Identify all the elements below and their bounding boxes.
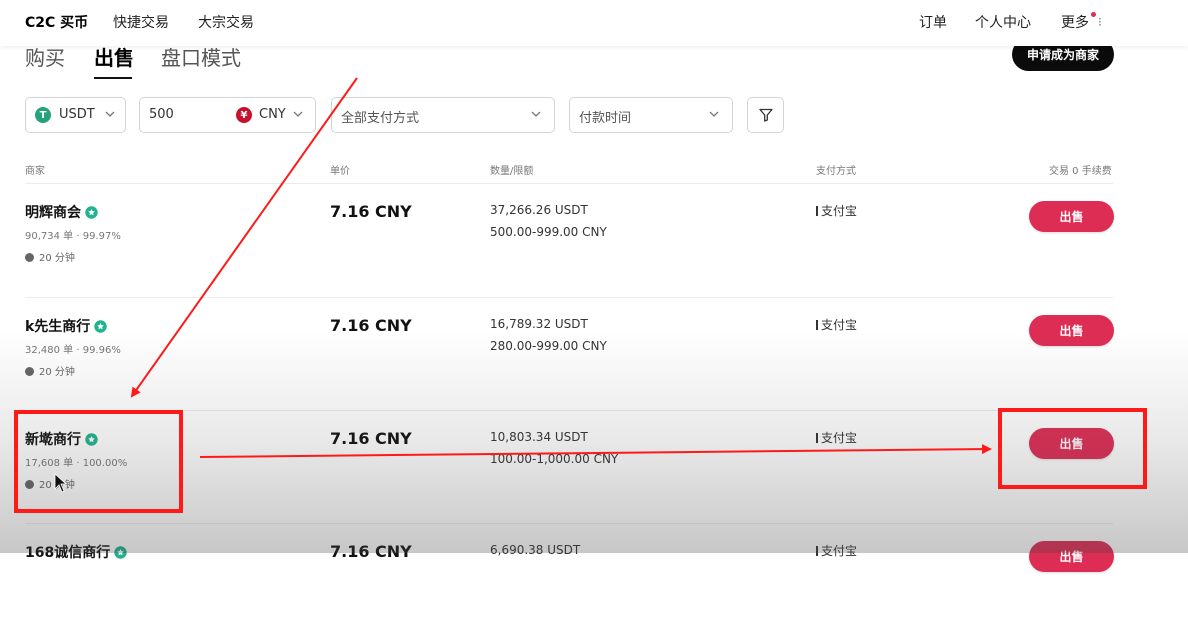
header-quantity: 数量/限额	[490, 166, 534, 177]
amount-field[interactable]: 500 ¥ CNY	[139, 97, 316, 133]
chevron-down-icon	[293, 111, 303, 117]
tab-buy[interactable]: 购买	[25, 42, 65, 71]
header-price: 单价	[330, 166, 350, 177]
merchant-name-text: 明辉商会	[25, 205, 81, 221]
table-row: 新墘商行 17,608 单 · 100.00% 20 分钟 7.16 CNY 1…	[0, 410, 1188, 524]
payment-time-text: 20 分钟	[39, 480, 75, 491]
nav-personal-center[interactable]: 个人中心	[975, 12, 1031, 32]
unit-price: 7.16 CNY	[330, 429, 412, 448]
sell-button[interactable]: 出售	[1029, 428, 1114, 459]
available-quantity: 6,690.38 USDT	[490, 543, 581, 557]
coin-select[interactable]: T USDT	[25, 97, 126, 133]
payment-color-bar	[816, 320, 818, 330]
clock-icon	[25, 253, 34, 262]
merchant-name-text: 新墘商行	[25, 432, 81, 448]
payment-time-value: 付款时间	[579, 111, 632, 126]
verified-badge-icon	[94, 320, 108, 333]
available-quantity: 10,803.34 USDT	[490, 430, 588, 444]
row-divider	[25, 410, 1113, 411]
payment-method-value: 全部支付方式	[341, 111, 420, 126]
payment-method-text: 支付宝	[821, 544, 858, 558]
payment-time-text: 20 分钟	[39, 367, 75, 378]
chevron-down-icon	[531, 111, 541, 117]
chevron-down-icon	[709, 111, 719, 117]
payment-time-select[interactable]: 付款时间	[569, 97, 733, 133]
more-dots-icon[interactable]: ⁝	[1098, 15, 1102, 29]
payment-method-select[interactable]: 全部支付方式	[331, 97, 555, 133]
cny-coin-icon: ¥	[236, 107, 252, 123]
nav-more[interactable]: 更多	[1061, 12, 1089, 32]
unit-price: 7.16 CNY	[330, 316, 412, 335]
merchant-name-text: k先生商行	[25, 319, 91, 335]
usdt-coin-icon: T	[35, 107, 51, 123]
clock-icon	[25, 367, 34, 376]
payment-method-text: 支付宝	[821, 318, 858, 332]
order-limit: 280.00-999.00 CNY	[490, 339, 607, 353]
top-nav: C2C 买币 快捷交易 大宗交易 订单 个人中心 更多 ⁝	[0, 0, 1188, 46]
nav-quick-trade[interactable]: 快捷交易	[113, 12, 169, 32]
clock-icon	[25, 480, 34, 489]
merchant-name[interactable]: k先生商行	[25, 316, 108, 336]
verified-badge-icon	[85, 206, 98, 219]
available-quantity: 16,789.32 USDT	[490, 317, 588, 331]
merchant-name[interactable]: 新墘商行	[25, 429, 98, 449]
filter-button[interactable]	[747, 97, 784, 133]
merchant-name-text: 168诚信商行	[25, 545, 111, 561]
sell-button[interactable]: 出售	[1029, 315, 1114, 346]
merchant-name[interactable]: 明辉商会	[25, 202, 98, 222]
payment-color-bar	[816, 546, 818, 556]
header-payment: 支付方式	[816, 166, 856, 177]
payment-time: 20 分钟	[25, 249, 75, 264]
nav-orders[interactable]: 订单	[919, 12, 947, 32]
tab-orderbook-mode[interactable]: 盘口模式	[161, 42, 241, 71]
available-quantity: 37,266.26 USDT	[490, 203, 588, 217]
header-merchant: 商家	[25, 166, 45, 177]
sell-button[interactable]: 出售	[1029, 541, 1114, 572]
payment-method: 支付宝	[816, 542, 857, 559]
payment-method-text: 支付宝	[821, 431, 858, 445]
merchant-name[interactable]: 168诚信商行	[25, 542, 127, 562]
merchant-stats: 90,734 单 · 99.97%	[25, 231, 121, 242]
table-row: 168诚信商行 7.16 CNY 6,690.38 USDT 支付宝 出售	[0, 523, 1188, 637]
active-tab-indicator	[94, 77, 132, 79]
merchant-stats: 32,480 单 · 99.96%	[25, 345, 121, 356]
payment-method: 支付宝	[816, 202, 857, 219]
row-divider	[25, 523, 1113, 524]
table-row: 明辉商会 90,734 单 · 99.97% 20 分钟 7.16 CNY 37…	[0, 183, 1188, 297]
sell-button[interactable]: 出售	[1029, 201, 1114, 232]
unit-price: 7.16 CNY	[330, 202, 412, 221]
chevron-down-icon	[105, 111, 115, 117]
payment-method: 支付宝	[816, 316, 857, 333]
payment-method-text: 支付宝	[821, 204, 858, 218]
payment-color-bar	[816, 433, 818, 443]
coin-value: USDT	[59, 107, 95, 122]
nav-block-trade[interactable]: 大宗交易	[198, 12, 254, 32]
currency-value[interactable]: CNY	[259, 107, 286, 122]
order-limit: 500.00-999.00 CNY	[490, 225, 607, 239]
tab-sell[interactable]: 出售	[94, 42, 134, 71]
unit-price: 7.16 CNY	[330, 542, 412, 561]
amount-input[interactable]: 500	[149, 107, 174, 122]
payment-time: 20 分钟	[25, 476, 75, 491]
notification-dot	[1091, 12, 1096, 17]
payment-time-text: 20 分钟	[39, 253, 75, 264]
verified-badge-icon	[85, 433, 98, 446]
row-divider	[25, 183, 1113, 184]
table-row: k先生商行 32,480 单 · 99.96% 20 分钟 7.16 CNY 1…	[0, 297, 1188, 411]
merchant-stats: 17,608 单 · 100.00%	[25, 458, 128, 469]
header-fee: 交易 0 手续费	[1049, 166, 1112, 177]
payment-color-bar	[816, 206, 818, 216]
payment-time: 20 分钟	[25, 363, 75, 378]
payment-method: 支付宝	[816, 429, 857, 446]
nav-c2c-buy[interactable]: C2C 买币	[25, 12, 88, 32]
row-divider	[25, 297, 1113, 298]
filter-icon	[759, 108, 773, 122]
order-limit: 100.00-1,000.00 CNY	[490, 452, 619, 466]
